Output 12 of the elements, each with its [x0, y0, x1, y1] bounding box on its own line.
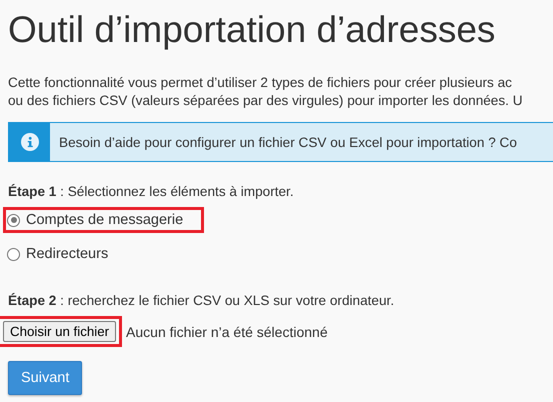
radio-option[interactable]: Redirecteurs — [7, 246, 108, 262]
file-status: Aucun fichier n’a été sélectionné — [126, 324, 328, 340]
info-icon — [20, 133, 38, 151]
step-one-text: Étape 1 : Sélectionnez les éléments à importer. — [8, 184, 295, 199]
radio-button[interactable] — [7, 214, 20, 226]
page-title: Outil d’importation d’adresses — [8, 8, 496, 52]
radio-button[interactable] — [7, 248, 20, 260]
step-two-text: Étape 2 : recherchez le fichier CSV ou XLS sur votre ordinateur. — [8, 293, 396, 308]
info-text: Besoin d’aide pour configurer un fichier CSV ou Excel pour importation ? Co — [58, 134, 517, 150]
choose-file-button[interactable]: Choisir un fichier — [3, 321, 116, 342]
intro-paragraph: Cette fonctionnalité vous permet d’utiliser 2 types de fichiers pour créer plusieurs ac ou des fichiers CSV (valeurs séparées par des virgules) pour importer les données. U — [8, 74, 524, 110]
radio-option[interactable]: Comptes de messagerie — [7, 212, 184, 228]
